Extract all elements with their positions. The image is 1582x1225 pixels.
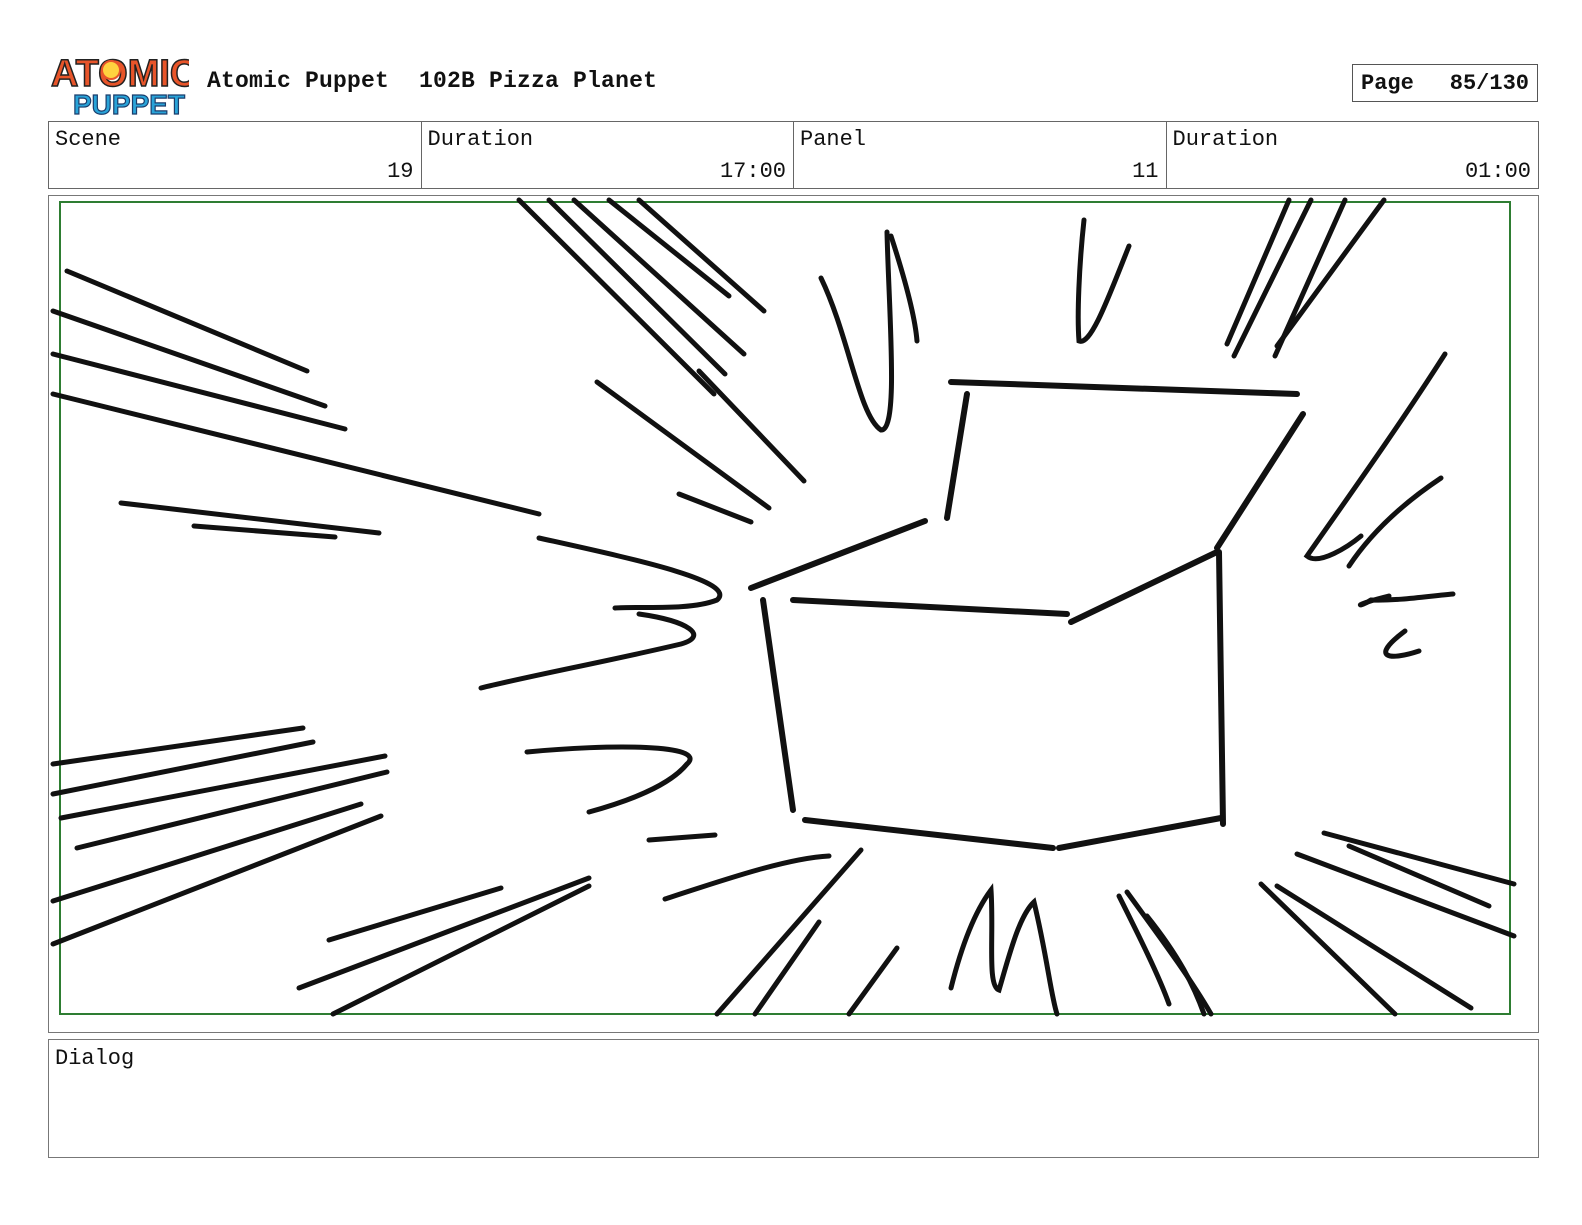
atomic-puppet-logo: ATOMIC PUPPET	[50, 52, 189, 120]
studio-name: Atomic Puppet	[207, 68, 390, 94]
svg-text:PUPPET: PUPPET	[73, 89, 185, 120]
scene-value: 19	[387, 159, 414, 184]
panel-cell: Panel 11	[794, 122, 1167, 188]
scene-label: Scene	[55, 127, 122, 152]
document-title: Atomic Puppet 102B Pizza Planet	[207, 68, 657, 94]
scene-duration-cell: Duration 17:00	[422, 122, 794, 188]
page-label: Page	[1361, 70, 1414, 96]
panel-duration-value: 01:00	[1464, 159, 1531, 184]
panel-label: Panel	[800, 127, 867, 152]
panel-value: 11	[1132, 159, 1159, 184]
page-value: 85/130	[1449, 70, 1529, 96]
episode-name: 102B Pizza Planet	[419, 68, 658, 94]
panel-duration-label: Duration	[1172, 127, 1279, 152]
panel-duration-cell: Duration 01:00	[1167, 122, 1539, 188]
scene-cell: Scene 19	[49, 122, 422, 188]
speed-lines	[50, 197, 1517, 1017]
panel-sketch	[50, 197, 1517, 1017]
box-drawing	[748, 379, 1306, 851]
page-counter: Page 85/130	[1352, 64, 1538, 102]
dialog-label: Dialog	[55, 1046, 135, 1071]
panel-info-bar: Scene 19 Duration 17:00 Panel 11 Duratio…	[48, 121, 1539, 189]
scene-duration-value: 17:00	[719, 159, 786, 184]
storyboard-panel	[48, 195, 1539, 1033]
dialog-box: Dialog	[48, 1039, 1539, 1158]
scene-duration-label: Duration	[427, 127, 534, 152]
atom-star-icon	[101, 60, 121, 80]
